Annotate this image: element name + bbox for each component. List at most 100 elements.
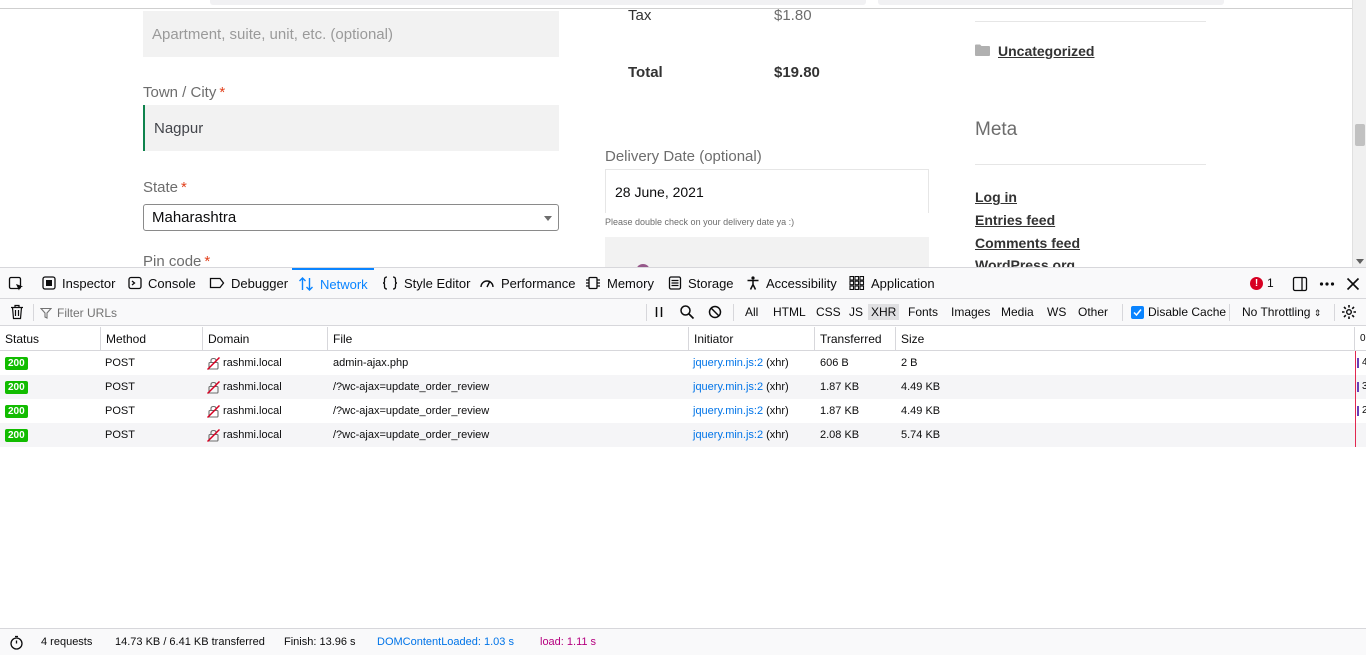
column-header-transferred[interactable]: Transferred bbox=[815, 327, 896, 351]
status-badge: 200 bbox=[5, 380, 28, 394]
tab-style-editor[interactable]: Style Editor bbox=[382, 268, 470, 298]
table-row[interactable]: 200 POST rashmi.local /?wc-ajax=update_orde… bbox=[0, 423, 1366, 447]
filter-all[interactable]: All bbox=[742, 304, 761, 320]
status-cell: 200 bbox=[5, 351, 28, 375]
delivery-date-input[interactable]: 28 June, 2021 bbox=[605, 169, 929, 213]
error-count: 1 bbox=[1267, 276, 1274, 290]
table-row[interactable]: 200 POST rashmi.local /?wc-ajax=update_orde… bbox=[0, 375, 1366, 399]
tab-label: Performance bbox=[501, 275, 576, 291]
login-link[interactable]: Log in bbox=[975, 189, 1017, 205]
trash-icon[interactable] bbox=[9, 304, 25, 320]
wordpress-link[interactable]: WordPress.org bbox=[975, 257, 1075, 267]
devtools-toolbar: Inspector Console Debugger Network Style… bbox=[0, 268, 1366, 299]
tab-label: Memory bbox=[607, 275, 654, 291]
element-picker-icon[interactable] bbox=[8, 276, 24, 292]
initiator-link[interactable]: jquery.min.js:2 bbox=[693, 429, 763, 441]
tab-console[interactable]: Console bbox=[128, 268, 196, 298]
tab-storage[interactable]: Storage bbox=[668, 268, 734, 298]
checkmark-icon bbox=[1131, 305, 1144, 319]
status-badge: 200 bbox=[5, 428, 28, 442]
state-select[interactable]: Maharashtra bbox=[143, 204, 559, 231]
timeline-marker bbox=[1355, 351, 1356, 447]
filter-urls-input[interactable]: Filter URLs bbox=[40, 302, 644, 323]
column-header-file[interactable]: File bbox=[328, 327, 689, 351]
scroll-down-icon[interactable] bbox=[1356, 259, 1364, 264]
filter-images[interactable]: Images bbox=[948, 304, 993, 320]
state-label: State * bbox=[143, 179, 187, 196]
column-header-status[interactable]: Status bbox=[0, 327, 101, 351]
pause-icon[interactable] bbox=[651, 304, 667, 320]
network-icon bbox=[299, 277, 313, 291]
close-icon[interactable] bbox=[1345, 276, 1361, 292]
tab-label: Style Editor bbox=[404, 275, 471, 291]
column-header-method[interactable]: Method bbox=[101, 327, 203, 351]
town-value: Nagpur bbox=[154, 119, 204, 137]
block-icon[interactable] bbox=[707, 304, 723, 320]
column-header-domain[interactable]: Domain bbox=[203, 327, 328, 351]
initiator-link[interactable]: jquery.min.js:2 bbox=[693, 405, 763, 417]
updown-icon: ⇕ bbox=[1313, 308, 1322, 318]
table-row[interactable]: 200 POST rashmi.local /?wc-ajax=update_orde… bbox=[0, 399, 1366, 423]
payment-box bbox=[605, 237, 929, 267]
search-icon[interactable] bbox=[679, 304, 695, 320]
filter-other[interactable]: Other bbox=[1075, 304, 1111, 320]
entries-feed-link[interactable]: Entries feed bbox=[975, 212, 1055, 228]
sidebar-divider bbox=[975, 21, 1206, 22]
debugger-icon bbox=[209, 277, 225, 289]
filter-placeholder: Filter URLs bbox=[57, 305, 118, 320]
tab-accessibility[interactable]: Accessibility bbox=[746, 268, 837, 298]
status-badge: 200 bbox=[5, 356, 28, 370]
stopwatch-icon[interactable] bbox=[9, 635, 24, 650]
status-cell: 200 bbox=[5, 375, 28, 399]
disable-cache-checkbox[interactable]: Disable Cache bbox=[1131, 305, 1226, 319]
tab-debugger[interactable]: Debugger bbox=[209, 268, 288, 298]
transfer-summary: 14.73 KB / 6.41 KB transferred bbox=[115, 636, 265, 648]
comments-feed-link[interactable]: Comments feed bbox=[975, 235, 1080, 251]
scrollbar-thumb[interactable] bbox=[1355, 124, 1365, 146]
column-header-initiator[interactable]: Initiator bbox=[689, 327, 815, 351]
tab-inspector[interactable]: Inspector bbox=[42, 268, 115, 298]
tab-memory[interactable]: Memory bbox=[585, 268, 654, 298]
tab-network[interactable]: Network bbox=[292, 268, 374, 298]
waterfall-bar bbox=[1357, 406, 1359, 416]
gear-icon[interactable] bbox=[1341, 304, 1357, 320]
filter-media[interactable]: Media bbox=[998, 304, 1037, 320]
filter-css[interactable]: CSS bbox=[813, 304, 844, 320]
throttling-select[interactable]: No Throttling ⇕ bbox=[1242, 305, 1321, 319]
initiator-link[interactable]: jquery.min.js:2 bbox=[693, 357, 763, 369]
initiator-type: (xhr) bbox=[766, 381, 789, 393]
required-mark: * bbox=[204, 253, 211, 267]
initiator-link[interactable]: jquery.min.js:2 bbox=[693, 381, 763, 393]
initiator-cell: jquery.min.js:2 (xhr) bbox=[693, 375, 789, 399]
tab-application[interactable]: Application bbox=[849, 268, 935, 298]
filter-ws[interactable]: WS bbox=[1044, 304, 1069, 320]
tax-label: Tax bbox=[628, 7, 652, 24]
transferred-cell: 2.08 KB bbox=[820, 429, 860, 441]
column-header-size[interactable]: Size bbox=[896, 327, 1355, 351]
folder-icon bbox=[975, 44, 990, 56]
required-mark: * bbox=[181, 179, 187, 196]
address2-input[interactable]: Apartment, suite, unit, etc. (optional) bbox=[143, 11, 559, 57]
tab-label: Accessibility bbox=[766, 275, 837, 291]
error-count-badge[interactable]: ! 1 bbox=[1250, 276, 1274, 290]
table-row[interactable]: 200 POST rashmi.local admin-ajax.php jquery.… bbox=[0, 351, 1366, 375]
filter-js[interactable]: JS bbox=[846, 304, 866, 320]
memory-icon bbox=[586, 276, 600, 290]
page-scrollbar[interactable] bbox=[1352, 0, 1366, 267]
filter-fonts[interactable]: Fonts bbox=[905, 304, 941, 320]
toolbar-separator bbox=[33, 304, 34, 321]
town-input[interactable]: Nagpur bbox=[143, 105, 559, 151]
dock-side-icon[interactable] bbox=[1292, 276, 1308, 292]
filter-xhr[interactable]: XHR bbox=[868, 304, 900, 320]
transferred-cell: 606 B bbox=[820, 357, 849, 369]
category-link[interactable]: Uncategorized bbox=[998, 43, 1094, 59]
initiator-cell: jquery.min.js:2 (xhr) bbox=[693, 399, 789, 423]
address2-placeholder: Apartment, suite, unit, etc. (optional) bbox=[152, 25, 393, 43]
pin-label-text: Pin code bbox=[143, 253, 202, 267]
status-badge: 200 bbox=[5, 404, 28, 418]
more-options-icon[interactable] bbox=[1319, 276, 1335, 292]
required-mark: * bbox=[219, 84, 226, 101]
filter-html[interactable]: HTML bbox=[770, 304, 809, 320]
tab-performance[interactable]: Performance bbox=[479, 268, 575, 298]
delivery-date-note: Please double check on your delivery dat… bbox=[605, 217, 795, 227]
